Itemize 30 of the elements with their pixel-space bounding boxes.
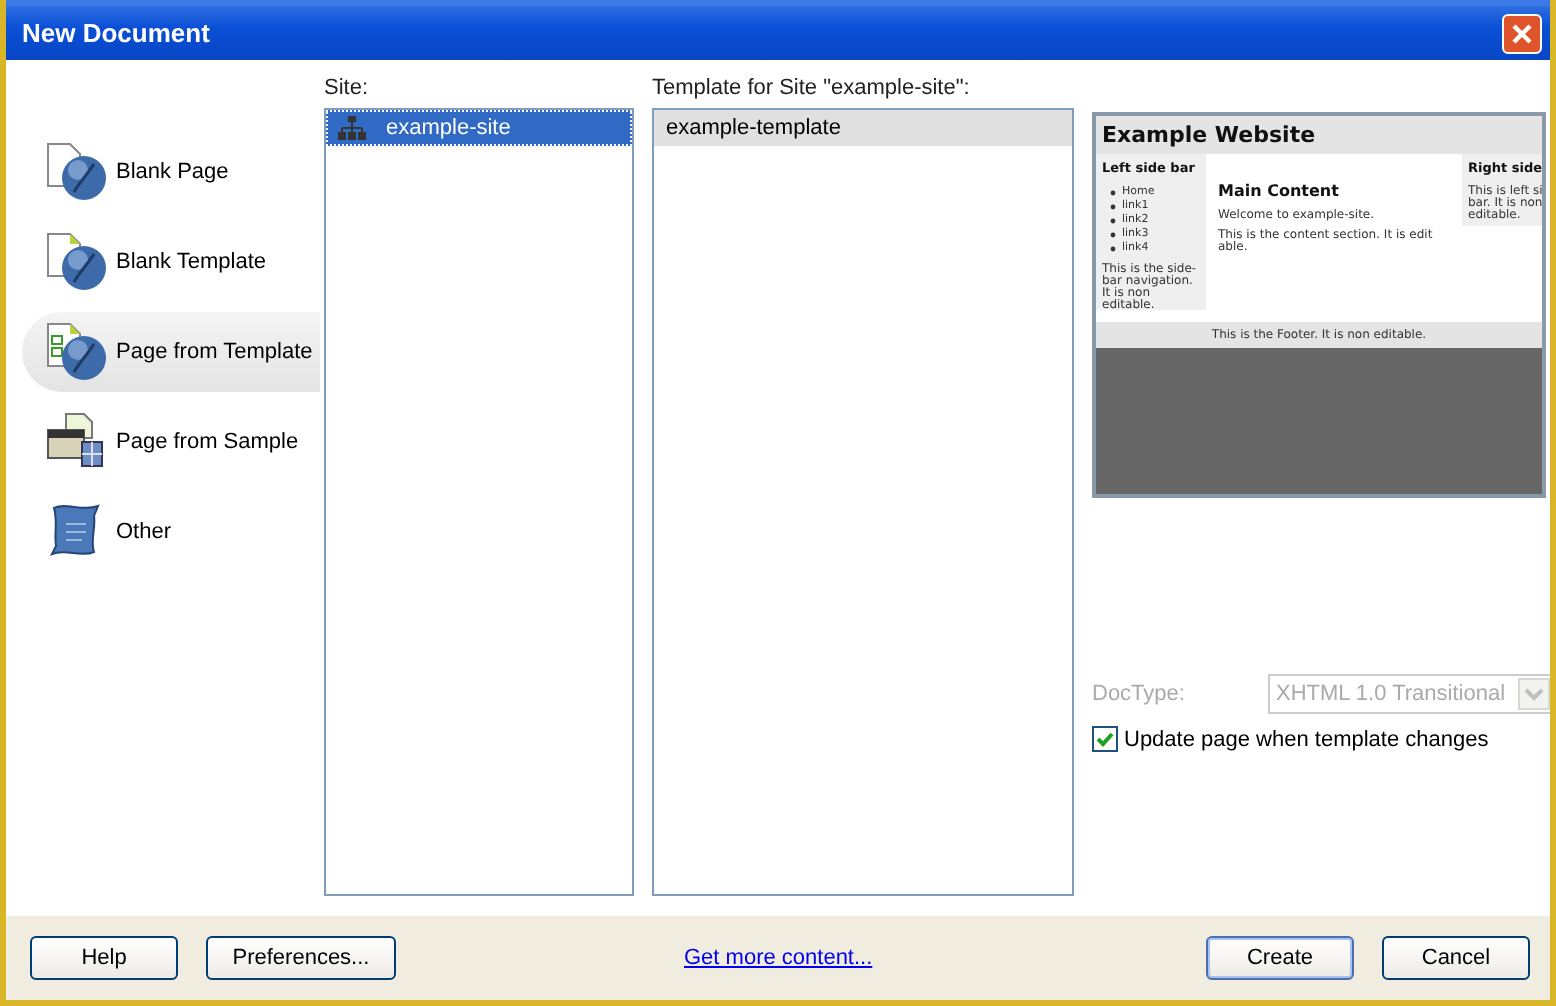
category-item[interactable]: Page from Sample <box>22 402 320 482</box>
bullet-icon <box>1110 232 1116 238</box>
template-item[interactable]: example-template <box>654 110 1072 146</box>
document-globe-icon <box>42 320 110 384</box>
bullet-icon <box>1110 204 1116 210</box>
doctype-label: DocType: <box>1092 682 1187 706</box>
preview-heading: Main Content <box>1218 182 1341 200</box>
close-button[interactable] <box>1502 13 1542 53</box>
get-more-content-link[interactable]: Get more content... <box>684 946 873 970</box>
category-item[interactable]: Other <box>22 492 320 572</box>
bullet-icon <box>1110 246 1116 252</box>
site-item[interactable]: example-site <box>326 110 632 146</box>
category-item[interactable]: Page from Template <box>22 312 320 392</box>
update-page-checkbox[interactable]: Update page when template changes <box>1092 726 1546 752</box>
help-button[interactable]: Help <box>30 936 178 980</box>
preview-title: Example Website <box>1096 116 1542 154</box>
create-button[interactable]: Create <box>1206 936 1354 980</box>
template-label: Template for Site "example-site": <box>652 76 972 104</box>
cancel-button[interactable]: Cancel <box>1382 936 1530 980</box>
category-item[interactable]: Blank Template <box>22 222 320 302</box>
document-globe-icon <box>42 230 110 294</box>
category-item[interactable]: Blank Page <box>22 132 320 212</box>
site-tree-icon <box>338 116 366 140</box>
window-title: New Document <box>22 18 212 48</box>
site-label: Site: <box>324 76 371 104</box>
bullet-icon <box>1110 190 1116 196</box>
bullet-icon <box>1110 218 1116 224</box>
preferences-button[interactable]: Preferences... <box>206 936 396 980</box>
close-icon <box>1510 21 1534 45</box>
document-globe-icon <box>42 140 110 204</box>
